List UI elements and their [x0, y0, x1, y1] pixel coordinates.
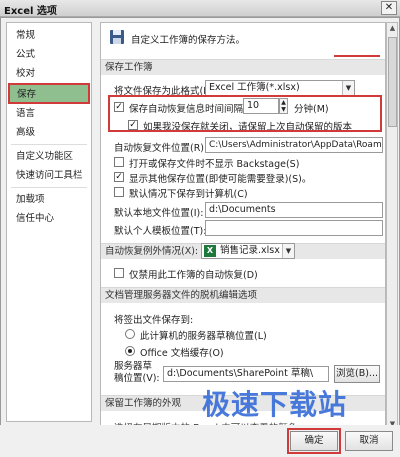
- exceptions-label: 自动恢复例外情况(X):: [105, 246, 199, 257]
- office-cache-radio[interactable]: [125, 346, 135, 356]
- scroll-thumb[interactable]: [388, 37, 397, 127]
- sidebar-item-formulas[interactable]: 公式: [9, 45, 89, 64]
- section-header-offline: 文档管理服务器文件的脱机编辑选项: [101, 287, 385, 303]
- save-checked-out-label: 将签出文件保存到:: [114, 315, 194, 326]
- default-local-location-label: 默认本地文件位置(I):: [114, 208, 204, 219]
- window-title: Excel 选项: [4, 6, 57, 17]
- no-backstage-checkbox[interactable]: [114, 157, 124, 167]
- sidebar-item-general[interactable]: 常规: [9, 26, 89, 45]
- sidebar-item-trust-center[interactable]: 信任中心: [9, 209, 89, 228]
- default-template-location-label: 默认个人模板位置(T):: [114, 226, 207, 237]
- chevron-down-icon: ▼: [342, 81, 354, 95]
- default-template-location-input[interactable]: [205, 220, 383, 236]
- server-drafts-label: 此计算机的服务器草稿位置(L): [140, 331, 267, 342]
- chevron-down-icon: ▼: [282, 244, 294, 258]
- sidebar-divider: [11, 187, 87, 188]
- server-drafts-location-value: d:\Documents\SharePoint 草稿\: [167, 368, 314, 379]
- highlight-mark: [334, 55, 380, 57]
- disable-autorecover-checkbox[interactable]: [114, 268, 124, 278]
- sidebar-item-advanced[interactable]: 高级: [9, 123, 89, 142]
- watermark-text: 极速下载站: [202, 388, 348, 421]
- autorecover-location-input[interactable]: C:\Users\Administrator\AppData\Roaming\: [205, 137, 383, 153]
- title-bar: Excel 选项 ✕: [0, 0, 400, 17]
- save-format-select[interactable]: Excel 工作簿(*.xlsx) ▼: [205, 80, 355, 96]
- options-panel: 自定义工作簿的保存方法。 保存工作簿 将文件保存为此格式(F): Excel 工…: [100, 22, 386, 432]
- server-drafts-location-input[interactable]: d:\Documents\SharePoint 草稿\: [163, 366, 329, 382]
- save-format-value: Excel 工作簿(*.xlsx): [209, 82, 300, 93]
- show-other-locations-checkbox[interactable]: ✓: [114, 172, 124, 182]
- autorecover-location-value: C:\Users\Administrator\AppData\Roaming\: [209, 140, 383, 150]
- cancel-button[interactable]: 取消: [345, 431, 393, 451]
- default-to-computer-label: 默认情况下保存到计算机(C): [129, 189, 248, 200]
- default-local-location-value: d:\Documents: [209, 204, 276, 215]
- sidebar-item-save[interactable]: 保存: [8, 83, 90, 104]
- sidebar-divider: [11, 144, 87, 145]
- server-drafts-radio[interactable]: [125, 329, 135, 339]
- no-backstage-label: 打开或保存文件时不显示 Backstage(S): [129, 159, 300, 170]
- sidebar-item-add-ins[interactable]: 加载项: [9, 190, 89, 209]
- browse-button[interactable]: 浏览(B)...: [334, 365, 380, 383]
- scroll-up-icon[interactable]: ▲: [388, 24, 397, 34]
- exception-workbook-select[interactable]: X 销售记录.xlsx ▼: [201, 243, 295, 259]
- intro-text: 自定义工作簿的保存方法。: [131, 35, 246, 46]
- sidebar-item-proofing[interactable]: 校对: [9, 64, 89, 83]
- autorecover-location-label: 自动恢复文件位置(R):: [114, 143, 208, 154]
- section-header-save: 保存工作簿: [101, 59, 385, 75]
- exception-workbook-value: 销售记录.xlsx: [220, 245, 280, 256]
- highlight-box-ok: [287, 428, 341, 454]
- sidebar: 常规 公式 校对 保存 语言 高级 自定义功能区 快速访问工具栏 加载项 信任中…: [6, 22, 92, 422]
- excel-file-icon: X: [204, 245, 216, 257]
- office-cache-label: Office 文档缓存(O): [140, 348, 224, 359]
- sidebar-item-customize-ribbon[interactable]: 自定义功能区: [9, 147, 89, 166]
- disable-autorecover-label: 仅禁用此工作簿的自动恢复(D): [129, 270, 258, 281]
- sidebar-item-language[interactable]: 语言: [9, 104, 89, 123]
- server-drafts-location-label: 服务器草稿位置(V):: [114, 361, 160, 384]
- default-to-computer-checkbox[interactable]: [114, 187, 124, 197]
- default-local-location-input[interactable]: d:\Documents: [205, 202, 383, 218]
- floppy-disk-icon: [109, 29, 125, 45]
- highlight-box-autorecover: [108, 95, 382, 132]
- close-icon[interactable]: ✕: [381, 1, 397, 15]
- sidebar-item-quick-access-toolbar[interactable]: 快速访问工具栏: [9, 166, 89, 185]
- show-other-locations-label: 显示其他保存位置(即使可能需要登录)(S)。: [129, 174, 312, 185]
- vertical-scrollbar[interactable]: ▲ ▼: [386, 22, 398, 432]
